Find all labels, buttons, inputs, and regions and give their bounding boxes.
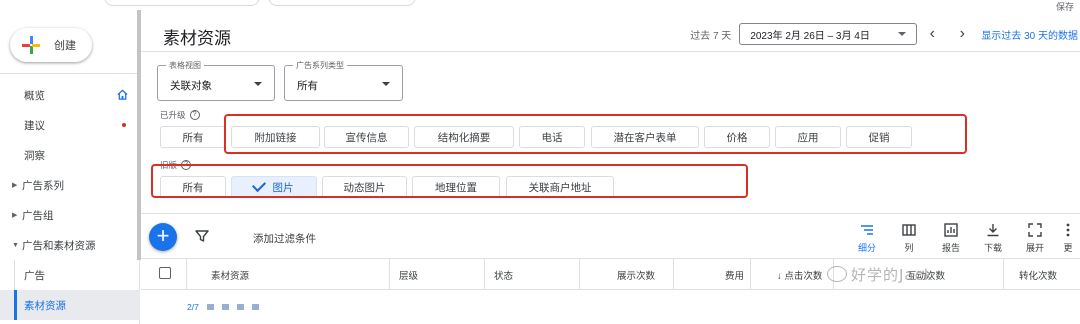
divider: [141, 51, 1080, 52]
col-conversions[interactable]: 转化次数: [1019, 268, 1057, 282]
create-button[interactable]: 创建: [10, 28, 92, 62]
sidebar-item-recommendations[interactable]: 建议: [0, 110, 140, 140]
sidebar-item-assets[interactable]: 素材资源: [0, 290, 140, 320]
date-range-control: 过去 7 天 2023年 2月 26日 – 3月 4日 ‹ › 显示过去 30 …: [690, 22, 1080, 46]
column-separator: [1003, 259, 1004, 289]
date-preset-label: 过去 7 天: [690, 30, 732, 42]
columns-icon: [902, 224, 916, 236]
caret-down-icon: ▼: [12, 241, 19, 249]
sidebar-item-ads[interactable]: 广告: [0, 260, 140, 290]
tool-label: 展开: [1025, 243, 1044, 253]
tool-expand[interactable]: 展开: [1017, 222, 1053, 254]
download-icon: [987, 224, 999, 237]
chevron-left-icon[interactable]: ‹: [917, 25, 947, 43]
create-label: 创建: [54, 40, 76, 52]
table-header: 素材资源 层级 状态 展示次数 费用 ↓ 点击次数 互动次数 转化次数: [141, 259, 1080, 289]
tool-label: 报告: [941, 243, 960, 253]
column-separator: [484, 259, 485, 289]
col-cost[interactable]: 费用: [725, 268, 744, 282]
table-view-legend: 表格视图: [166, 60, 204, 71]
sidebar-item-label: 素材资源: [24, 299, 66, 312]
top-tab-pill[interactable]: [268, 0, 416, 6]
col-clicks-label: 点击次数: [784, 271, 823, 282]
tool-label: 下载: [983, 243, 1002, 253]
expand-icon: [1028, 223, 1042, 237]
show-30-days-link[interactable]: 显示过去 30 天的数据: [981, 27, 1078, 42]
select-all-checkbox[interactable]: [159, 267, 171, 279]
pagination: 2/7: [187, 302, 259, 312]
tool-download[interactable]: 下载: [975, 222, 1011, 254]
page-title: 素材资源: [163, 29, 231, 48]
sidebar-item-label: 广告系列: [22, 179, 64, 192]
dropdown-arrow-icon: [898, 32, 907, 36]
tool-label: 细分: [857, 243, 876, 253]
col-level[interactable]: 层级: [399, 268, 418, 282]
sidebar-item-overview[interactable]: 概览: [0, 80, 140, 110]
divider: [141, 213, 1080, 214]
watermark-logo: [827, 266, 847, 282]
sidebar-item-label: 概览: [24, 89, 45, 102]
col-asset[interactable]: 素材资源: [211, 268, 249, 282]
caret-right-icon: ▶: [12, 212, 18, 219]
chip-upgraded-all[interactable]: 所有: [160, 126, 226, 148]
tool-label: 更: [1063, 243, 1073, 253]
campaign-type-legend: 广告系列类型: [293, 60, 347, 71]
campaign-type-value: 所有: [297, 80, 318, 92]
home-icon: [117, 89, 128, 100]
tool-more[interactable]: 更: [1056, 222, 1080, 254]
filter-icon[interactable]: [195, 229, 209, 243]
divider: [141, 289, 1080, 290]
col-impressions[interactable]: 展示次数: [617, 268, 655, 282]
highlight-box-legacy: [151, 164, 748, 198]
tool-label: 列: [904, 243, 914, 253]
column-separator: [673, 259, 674, 289]
segment-icon: [861, 225, 873, 235]
column-separator: [750, 259, 751, 289]
chevron-right-icon[interactable]: ›: [947, 25, 977, 43]
notification-dot: [122, 123, 126, 127]
column-separator: [579, 259, 580, 289]
col-status[interactable]: 状态: [494, 268, 513, 282]
tool-segment[interactable]: 细分: [849, 222, 885, 254]
column-separator: [389, 259, 390, 289]
help-icon[interactable]: ?: [189, 110, 200, 120]
watermark-text: 好学的Jack: [851, 266, 934, 284]
sidebar-item-label: 广告组: [22, 209, 54, 222]
add-filter-link[interactable]: 添加过滤条件: [253, 231, 316, 246]
column-separator: [186, 259, 187, 289]
table-view-value: 关联对象: [170, 80, 212, 92]
sidebar-item-label: 广告: [24, 269, 45, 282]
add-button[interactable]: +: [149, 223, 177, 251]
tool-reports[interactable]: 报告: [933, 222, 969, 254]
plus-icon: [22, 36, 40, 54]
campaign-type-select[interactable]: 广告系列类型 所有: [284, 60, 403, 101]
col-clicks[interactable]: ↓ 点击次数: [777, 268, 822, 282]
sidebar-item-ad-groups[interactable]: ▶ 广告组: [0, 200, 140, 230]
sidebar: 创建 概览 建议 洞察 ▶ 广告系列 ▶ 广告组 ▼ 广告和素材资源 广告 素材…: [0, 10, 141, 324]
caret-right-icon: ▶: [12, 182, 18, 189]
page-indicator: 2/7: [187, 302, 199, 312]
upgraded-label-text: 已升级: [160, 110, 186, 120]
sidebar-item-label: 广告和素材资源: [22, 239, 96, 252]
dropdown-arrow-icon: [254, 82, 262, 86]
top-bar: 保存: [0, 0, 1080, 12]
sidebar-item-insights[interactable]: 洞察: [0, 140, 140, 170]
highlight-box-upgraded: [224, 114, 967, 154]
table-view-select[interactable]: 表格视图 关联对象: [157, 60, 275, 101]
more-icon: [1066, 223, 1070, 237]
sidebar-item-label: 建议: [24, 119, 45, 132]
report-icon: [944, 223, 958, 237]
tool-columns[interactable]: 列: [891, 222, 927, 254]
date-range-picker[interactable]: 2023年 2月 26日 – 3月 4日: [739, 23, 918, 45]
top-tab-pill[interactable]: [104, 0, 260, 6]
sidebar-item-label: 洞察: [24, 149, 45, 162]
divider: [0, 73, 140, 74]
sidebar-item-campaigns[interactable]: ▶ 广告系列: [0, 170, 140, 200]
dropdown-arrow-icon: [382, 82, 390, 86]
upgraded-group-label: 已升级 ?: [160, 109, 200, 121]
main-content: 素材资源 过去 7 天 2023年 2月 26日 – 3月 4日 ‹ › 显示过…: [141, 10, 1080, 324]
sidebar-item-ads-and-assets[interactable]: ▼ 广告和素材资源: [0, 230, 140, 260]
date-range-value: 2023年 2月 26日 – 3月 4日: [750, 30, 870, 42]
